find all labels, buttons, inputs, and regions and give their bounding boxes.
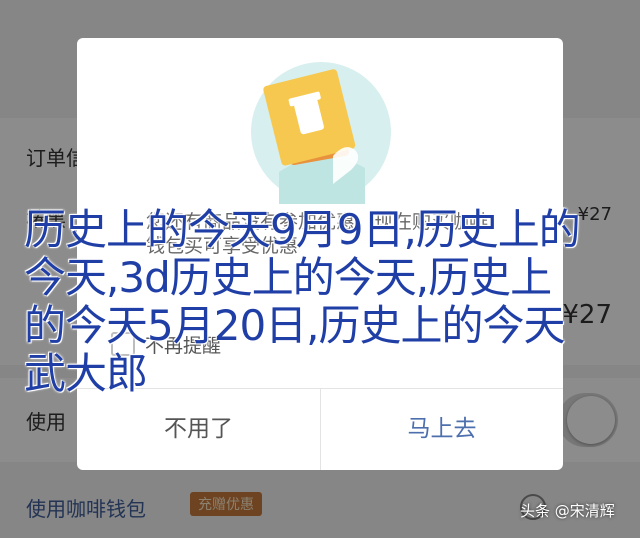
watermark: 头条 @宋清辉 (520, 502, 615, 520)
coffee-voucher-illustration-icon (251, 62, 391, 204)
cancel-button[interactable]: 不用了 (77, 389, 320, 470)
overlay-headline: 历史上的今天9月9日,历史上的今天,3d历史上的今天,历史上的今天5月20日,历… (24, 205, 581, 398)
go-now-button[interactable]: 马上去 (321, 389, 563, 470)
